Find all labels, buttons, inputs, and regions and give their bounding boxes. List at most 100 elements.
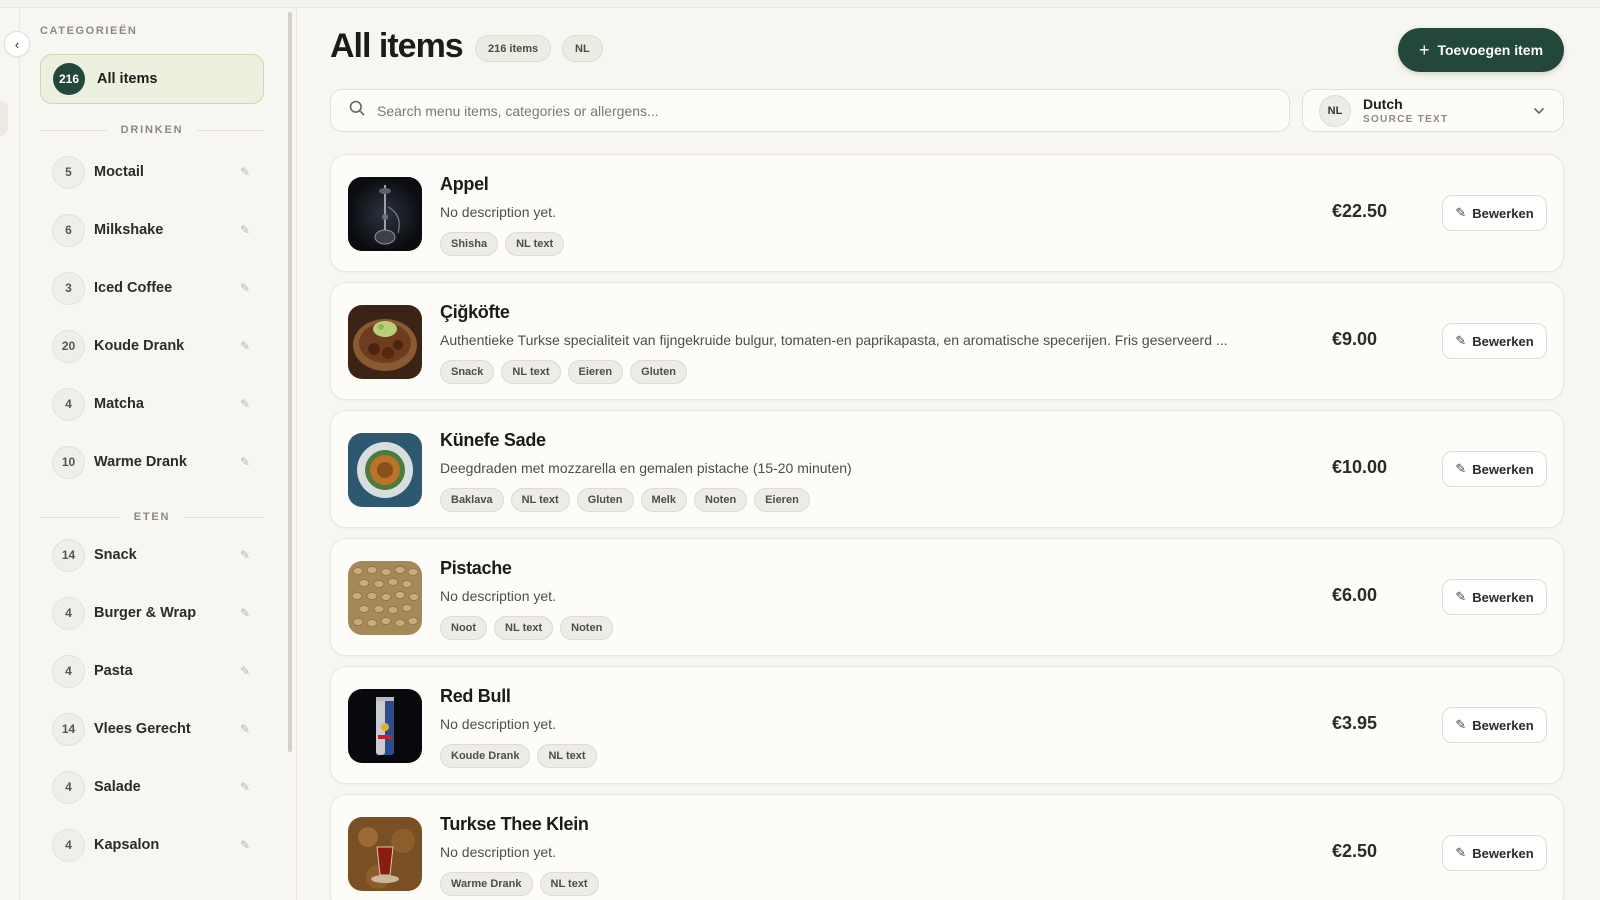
pistachio-photo (348, 561, 422, 635)
pencil-icon[interactable]: ✎ (238, 606, 252, 620)
menu-item-card[interactable]: Pistache No description yet. Noot NL tex… (330, 538, 1564, 656)
add-item-label: Toevoegen item (1437, 42, 1544, 58)
cigkofte-photo (348, 305, 422, 379)
tag: Snack (440, 360, 495, 384)
item-tags: Warme Drank NL text (440, 872, 599, 896)
item-description: Deegdraden met mozzarella en gemalen pis… (440, 460, 852, 476)
left-rail (0, 8, 20, 900)
tag: Noot (440, 616, 488, 640)
tag: Gluten (630, 360, 687, 384)
edit-item-button[interactable]: ✎ Bewerken (1442, 835, 1547, 871)
chevron-down-icon (1533, 104, 1563, 118)
category-count: 4 (52, 596, 85, 630)
menu-item-card[interactable]: Künefe Sade Deegdraden met mozzarella en… (330, 410, 1564, 528)
pencil-icon[interactable]: ✎ (238, 397, 252, 411)
add-item-button[interactable]: + Toevoegen item (1398, 28, 1564, 72)
item-tags: Baklava NL text Gluten Melk Noten Eieren (440, 488, 810, 512)
page-title: All items (330, 27, 464, 65)
pencil-icon[interactable]: ✎ (238, 339, 252, 353)
item-price: €10.00 (1332, 457, 1388, 477)
section-header-drinken: DRINKEN (40, 122, 264, 138)
edit-item-button[interactable]: ✎ Bewerken (1442, 579, 1547, 615)
pencil-icon: ✎ (1455, 589, 1467, 604)
item-tags: Noot NL text Noten (440, 616, 614, 640)
sidebar-divider (296, 8, 297, 900)
search-bar[interactable] (330, 89, 1290, 132)
item-description: No description yet. (440, 844, 556, 860)
sidebar-item-salade[interactable]: 4 Salade ✎ (52, 769, 252, 805)
edit-item-button[interactable]: ✎ Bewerken (1442, 707, 1547, 743)
category-count: 6 (52, 213, 85, 247)
category-label: Koude Drank (94, 338, 185, 354)
menu-item-card[interactable]: Red Bull No description yet. Koude Drank… (330, 666, 1564, 784)
tag: Koude Drank (440, 744, 531, 768)
category-label: Warme Drank (94, 454, 187, 470)
language-selector[interactable]: NL Dutch SOURCE TEXT (1302, 89, 1564, 132)
menu-item-card[interactable]: Çiğköfte Authentieke Turkse specialiteit… (330, 282, 1564, 400)
menu-item-card[interactable]: Appel No description yet. Shisha NL text… (330, 154, 1564, 272)
pencil-icon[interactable]: ✎ (238, 223, 252, 237)
pencil-icon[interactable]: ✎ (238, 548, 252, 562)
pencil-icon[interactable]: ✎ (238, 664, 252, 678)
language-badge: NL (562, 35, 603, 62)
tag: Noten (560, 616, 614, 640)
edit-label: Bewerken (1472, 205, 1534, 221)
kunefe-photo (348, 433, 422, 507)
item-tags: Koude Drank NL text (440, 744, 597, 768)
pencil-icon[interactable]: ✎ (238, 165, 252, 179)
pencil-icon: ✎ (1455, 333, 1467, 348)
item-tags: Snack NL text Eieren Gluten (440, 360, 687, 384)
item-description: No description yet. (440, 204, 556, 220)
edit-item-button[interactable]: ✎ Bewerken (1442, 451, 1547, 487)
item-description: No description yet. (440, 716, 556, 732)
sidebar-item-snack[interactable]: 14 Snack ✎ (52, 537, 252, 573)
pencil-icon[interactable]: ✎ (238, 722, 252, 736)
category-count: 14 (52, 712, 85, 746)
edit-item-button[interactable]: ✎ Bewerken (1442, 195, 1547, 231)
pencil-icon[interactable]: ✎ (238, 780, 252, 794)
redbull-photo (348, 689, 422, 763)
tag: Baklava (440, 488, 504, 512)
sidebar-title: CATEGORIEËN (40, 25, 138, 37)
category-label: Kapsalon (94, 837, 160, 853)
category-count: 20 (52, 329, 85, 363)
search-input[interactable] (377, 102, 1257, 119)
sidebar-item-iced-coffee[interactable]: 3 Iced Coffee ✎ (52, 270, 252, 306)
sidebar-item-warme-drank[interactable]: 10 Warme Drank ✎ (52, 444, 252, 480)
sidebar-item-koude-drank[interactable]: 20 Koude Drank ✎ (52, 328, 252, 364)
item-price: €6.00 (1332, 585, 1378, 605)
edit-item-button[interactable]: ✎ Bewerken (1442, 323, 1547, 359)
menu-item-card[interactable]: Turkse Thee Klein No description yet. Wa… (330, 794, 1564, 900)
tag: Noten (694, 488, 748, 512)
sidebar-item-pasta[interactable]: 4 Pasta ✎ (52, 653, 252, 689)
language-code: NL (1319, 94, 1351, 127)
category-sidebar: CATEGORIEËN 216 All items DRINKEN 5 Moct… (20, 8, 296, 900)
tag: Eieren (754, 488, 810, 512)
language-subtitle: SOURCE TEXT (1363, 114, 1449, 125)
sidebar-item-burger-wrap[interactable]: 4 Burger & Wrap ✎ (52, 595, 252, 631)
pencil-icon: ✎ (1455, 205, 1467, 220)
pencil-icon[interactable]: ✎ (238, 281, 252, 295)
section-title: ETEN (133, 511, 171, 523)
sidebar-item-matcha[interactable]: 4 Matcha ✎ (52, 386, 252, 422)
tag: NL text (501, 360, 561, 384)
shisha-photo (348, 177, 422, 251)
category-label: Burger & Wrap (94, 605, 197, 621)
tea-photo (348, 817, 422, 891)
pencil-icon[interactable]: ✎ (238, 838, 252, 852)
item-name: Künefe Sade (440, 430, 546, 450)
sidebar-item-all-items[interactable]: 216 All items (40, 54, 264, 104)
tag: NL text (510, 488, 570, 512)
sidebar-scrollbar[interactable] (288, 12, 292, 752)
item-price: €22.50 (1332, 201, 1388, 221)
sidebar-item-milkshake[interactable]: 6 Milkshake ✎ (52, 212, 252, 248)
pencil-icon[interactable]: ✎ (238, 455, 252, 469)
sidebar-item-vlees-gerecht[interactable]: 14 Vlees Gerecht ✎ (52, 711, 252, 747)
item-tags: Shisha NL text (440, 232, 565, 256)
language-name: Dutch (1363, 96, 1403, 112)
tag: Shisha (440, 232, 499, 256)
sidebar-item-moctail[interactable]: 5 Moctail ✎ (52, 154, 252, 190)
category-count: 4 (52, 828, 85, 862)
item-count-badge: 216 items (475, 35, 552, 62)
sidebar-item-kapsalon[interactable]: 4 Kapsalon ✎ (52, 827, 252, 863)
